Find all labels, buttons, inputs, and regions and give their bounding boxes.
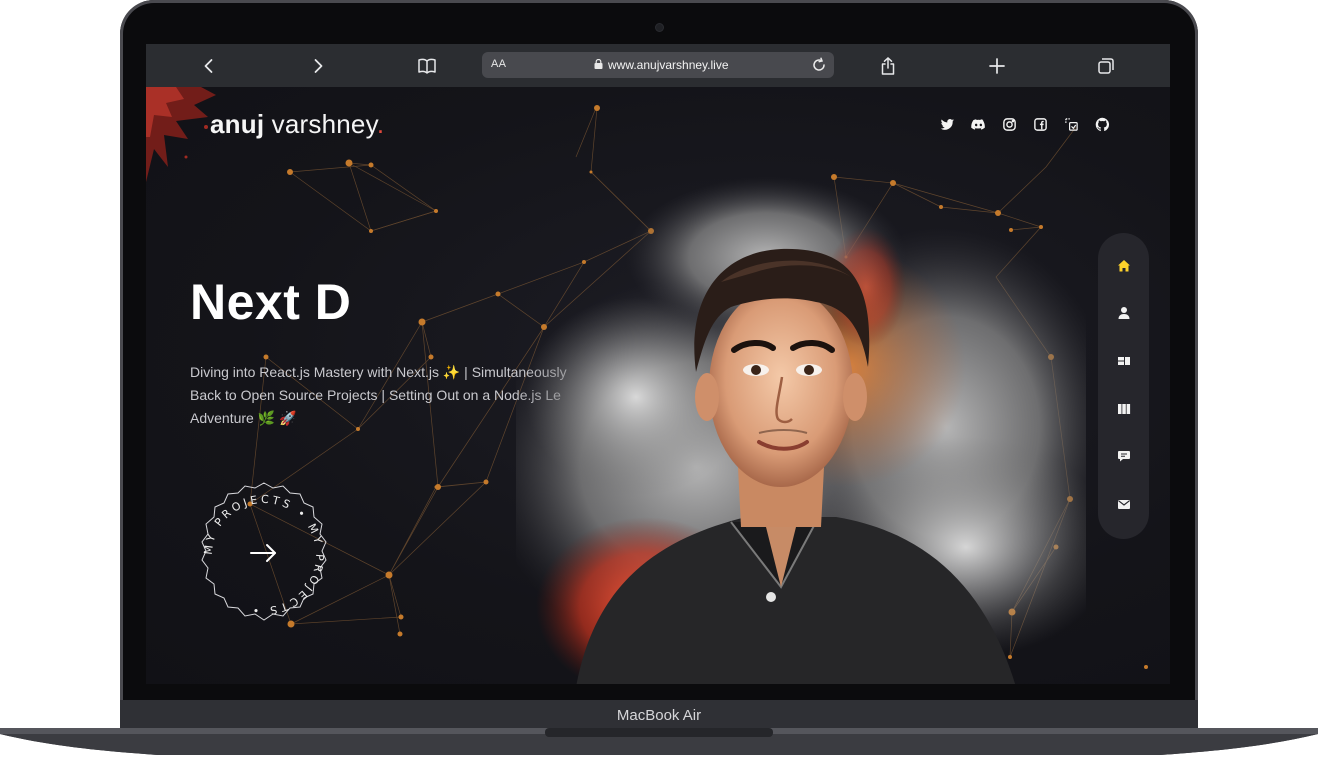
badge-text: MY PROJECTS • MY PROJECTS • (202, 493, 327, 617)
social-links (940, 117, 1110, 133)
brand-dot: . (376, 109, 385, 139)
twitter-icon[interactable] (940, 117, 955, 132)
arrow-right-icon (250, 544, 276, 562)
address-bar[interactable]: AA www.anujvarshney.live (482, 52, 834, 78)
reader-mode-button[interactable]: AA (491, 58, 506, 70)
new-tab-icon[interactable] (984, 53, 1010, 79)
bookmarks-icon[interactable] (414, 53, 440, 79)
home-icon[interactable] (1113, 255, 1134, 276)
webcam (656, 24, 663, 31)
user-icon[interactable] (1113, 302, 1134, 323)
brand-last-name: varshney (264, 109, 377, 139)
instagram-icon[interactable] (1002, 117, 1017, 132)
portfolio-icon[interactable] (1113, 398, 1134, 419)
browser-toolbar: AA www.anujvarshney.live (146, 44, 1170, 88)
site-logo[interactable]: anuj varshney. (210, 109, 384, 140)
mail-icon[interactable] (1113, 493, 1134, 514)
chat-icon[interactable] (1113, 445, 1134, 466)
brand-first-name: anuj (210, 109, 265, 139)
side-navigation (1098, 233, 1149, 539)
back-icon[interactable] (196, 53, 222, 79)
laptop-screen: AA www.anujvarshney.live anuj varshney. … (146, 44, 1170, 684)
url-text: www.anujvarshney.live (608, 58, 729, 72)
webpage: anuj varshney. Next D Diving into React.… (146, 87, 1170, 684)
forward-icon[interactable] (305, 53, 331, 79)
share-icon[interactable] (875, 53, 901, 79)
discord-icon[interactable] (971, 117, 986, 132)
tabs-icon[interactable] (1093, 53, 1119, 79)
reload-icon[interactable] (810, 56, 828, 74)
services-icon[interactable] (1113, 350, 1134, 371)
hero-title: Next D (190, 274, 352, 330)
laptop-model-label: MacBook Air (616, 707, 702, 724)
facebook-icon[interactable] (1033, 117, 1048, 132)
github-icon[interactable] (1095, 117, 1110, 132)
my-projects-button[interactable]: MY PROJECTS • MY PROJECTS • (189, 480, 339, 630)
wakatime-icon[interactable] (1064, 117, 1079, 132)
profile-avatar (516, 177, 1086, 684)
lock-icon (594, 59, 603, 69)
